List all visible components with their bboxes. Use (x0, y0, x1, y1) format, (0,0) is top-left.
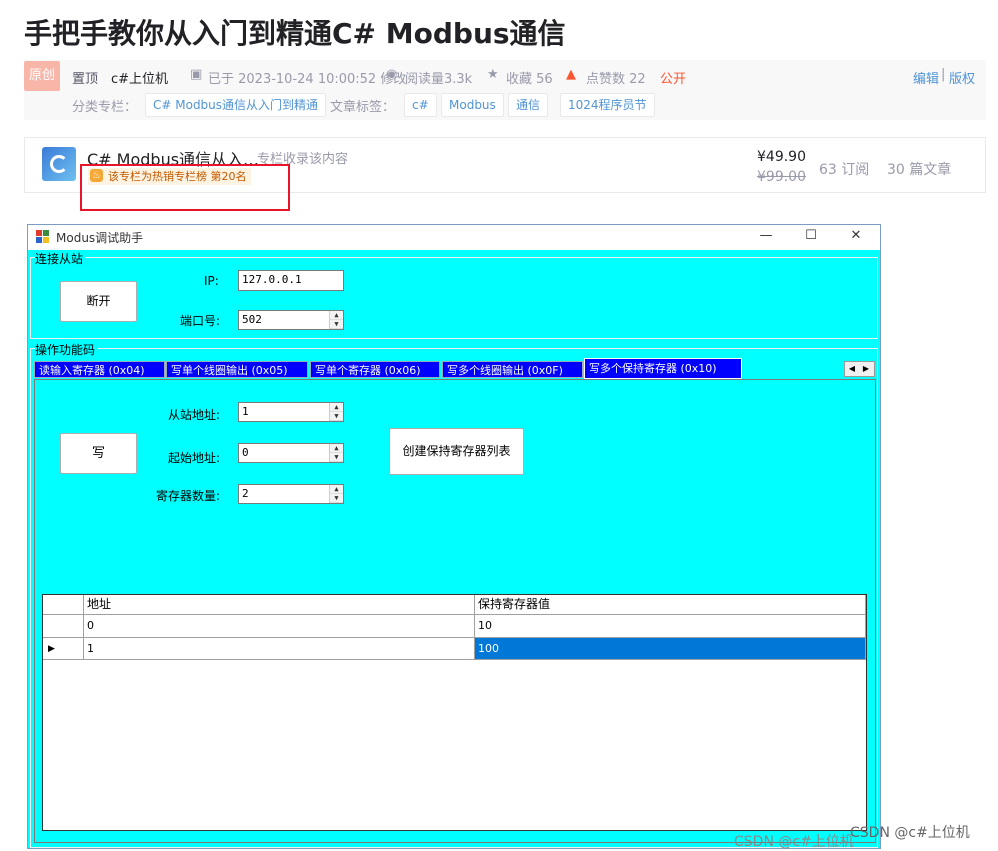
port-value: 502 (242, 313, 262, 326)
meta-divider: | (941, 67, 946, 82)
column-label: 分类专栏： (72, 100, 138, 115)
register-count-label: 寄存器数量: (156, 489, 221, 503)
grid-cell-value[interactable]: 10 (475, 615, 866, 638)
tag-communication[interactable]: 通信 (508, 93, 549, 117)
register-count-stepper[interactable]: 2 ▲ ▼ (238, 484, 344, 504)
like-count[interactable]: 点赞数 22 (586, 68, 646, 87)
read-count: 阅读量3.3k (405, 72, 473, 87)
watermark: CSDN @c#上位机 (850, 825, 970, 841)
close-icon[interactable]: ✕ (833, 226, 879, 248)
ip-label: IP: (204, 274, 219, 288)
port-spin-icon[interactable]: ▲ ▼ (329, 311, 343, 329)
tag-programmer-day[interactable]: 1024程序员节 (560, 93, 655, 117)
price-current: ¥49.90 (757, 149, 806, 165)
tag-modbus[interactable]: Modbus (441, 93, 504, 117)
tab-write-multiple-registers[interactable]: 写多个保持寄存器 (0x10) (584, 358, 742, 379)
tab-write-single-register[interactable]: 写单个寄存器 (0x06) (310, 361, 440, 378)
column-tag[interactable]: C# Modbus通信从入门到精通 (145, 93, 327, 117)
tab-scroll-left-icon[interactable]: ◀ (845, 362, 859, 376)
tab-write-single-coil[interactable]: 写单个线圈输出 (0x05) (166, 361, 308, 378)
port-stepper[interactable]: 502 ▲ ▼ (238, 310, 344, 330)
create-register-list-button[interactable]: 创建保持寄存器列表 (389, 428, 524, 475)
slave-address-stepper[interactable]: 1 ▲ ▼ (238, 402, 344, 422)
maximize-icon[interactable]: ☐ (788, 226, 834, 248)
modified-time: 已于 2023-10-24 10:00:52 修改 (208, 72, 407, 87)
copyright-link[interactable]: 版权 (949, 68, 975, 87)
connect-group (30, 257, 878, 339)
start-address-label: 起始地址: (168, 451, 221, 465)
tab-read-input-registers[interactable]: 读输入寄存器 (0x04) (34, 361, 165, 378)
column-header-address[interactable]: 地址 (84, 595, 475, 615)
slave-address-label: 从站地址: (168, 408, 221, 422)
tab-scroll-buttons[interactable]: ◀ ▶ (844, 361, 875, 377)
register-count-value: 2 (242, 487, 249, 500)
subscription-count: 63 订阅 (819, 162, 870, 178)
window-title: Modus调试助手 (56, 231, 144, 245)
disconnect-button[interactable]: 断开 (60, 281, 137, 322)
clock-icon: ▣ (190, 67, 203, 82)
watermark-faded: CSDN @c#上位机 (734, 834, 854, 850)
row-pointer-icon[interactable]: ▶ (43, 638, 84, 660)
tag-csharp[interactable]: c# (404, 93, 437, 117)
start-spin-icon[interactable]: ▲ ▼ (329, 444, 343, 462)
row-header-corner (43, 595, 84, 615)
count-spin-icon[interactable]: ▲ ▼ (329, 485, 343, 503)
tags-label: 文章标签： (330, 100, 396, 115)
ip-input[interactable]: 127.0.0.1 (238, 270, 344, 291)
price-original: ¥99.00 (757, 169, 806, 185)
write-button[interactable]: 写 (60, 433, 137, 474)
grid-cell-address[interactable]: 1 (84, 638, 475, 660)
column-header-value[interactable]: 保持寄存器值 (475, 595, 866, 615)
slave-address-value: 1 (242, 405, 249, 418)
eye-icon: ◉ (386, 67, 398, 82)
article-count: 30 篇文章 (887, 162, 952, 178)
port-label: 端口号: (180, 314, 221, 328)
thumbs-up-icon[interactable]: ▲ (566, 67, 576, 82)
start-address-value: 0 (242, 446, 249, 459)
tab-scroll-right-icon[interactable]: ▶ (859, 362, 873, 376)
author-link[interactable]: c#上位机 (111, 68, 168, 87)
original-badge: 原创 (24, 61, 60, 91)
visibility-label: 公开 (660, 72, 687, 87)
column-logo-icon (50, 155, 68, 173)
tab-write-multiple-coils[interactable]: 写多个线圈输出 (0x0F) (442, 361, 583, 378)
favorite-count[interactable]: 收藏 56 (506, 68, 553, 87)
pinned-label: 置顶 (72, 72, 99, 87)
star-icon[interactable]: ★ (487, 67, 499, 82)
connect-group-legend: 连接从站 (35, 250, 86, 267)
ops-group-legend: 操作功能码 (35, 341, 98, 358)
start-address-stepper[interactable]: 0 ▲ ▼ (238, 443, 344, 463)
grid-cell-address[interactable]: 0 (84, 615, 475, 638)
row-header[interactable] (43, 615, 84, 638)
edit-link[interactable]: 编辑 (913, 68, 939, 87)
app-icon (36, 230, 49, 243)
minimize-icon[interactable]: — (743, 226, 789, 248)
article-title: 手把手教你从入门到精通C# Modbus通信 (24, 17, 566, 50)
slave-spin-icon[interactable]: ▲ ▼ (329, 403, 343, 421)
highlight-box (80, 164, 290, 211)
grid-cell-value-selected[interactable]: 100 (475, 638, 866, 660)
